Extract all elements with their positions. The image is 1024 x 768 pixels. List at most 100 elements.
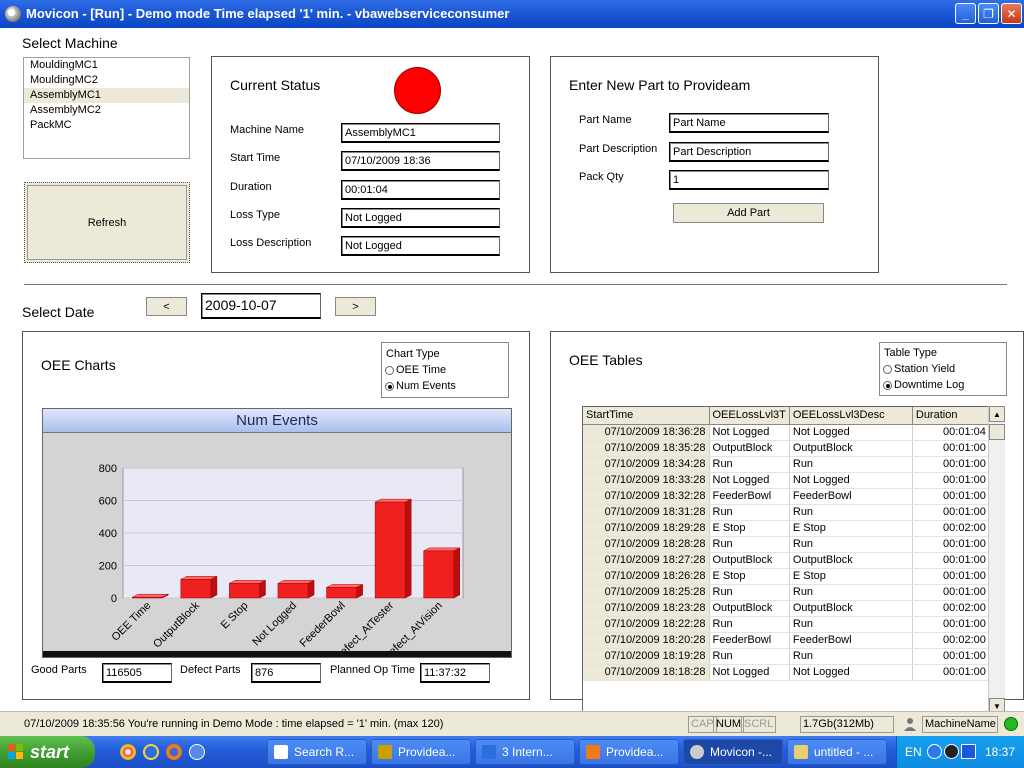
system-tray: EN 18:37 <box>896 736 1024 768</box>
next-date-button[interactable]: > <box>335 297 376 316</box>
column-header-duration[interactable]: Duration <box>912 407 990 425</box>
chrome-icon[interactable] <box>120 744 136 760</box>
task-provideam-1[interactable]: Providea... <box>371 739 471 765</box>
table-row[interactable]: 07/10/2009 18:36:28 Not Logged Not Logged 0… <box>583 424 990 441</box>
loss-type-label: Loss Type <box>230 209 280 221</box>
table-cell: Run <box>709 584 790 601</box>
table-scrollbar[interactable]: ▲ ▼ <box>988 406 1005 714</box>
downtime-log-option[interactable]: Downtime Log <box>883 379 964 391</box>
station-yield-option[interactable]: Station Yield <box>883 363 955 375</box>
pack-qty-input[interactable]: 1 <box>669 170 829 190</box>
table-cell: OutputBlock <box>789 552 913 569</box>
table-row[interactable]: 07/10/2009 18:27:28 OutputBlock OutputBloc… <box>583 552 990 569</box>
loss-type-field[interactable]: Not Logged <box>341 208 500 228</box>
table-cell: 07/10/2009 18:33:28 <box>583 472 710 489</box>
table-row[interactable]: 07/10/2009 18:22:28 Run Run 00:01:00 <box>583 616 990 633</box>
task-search[interactable]: Search R... <box>267 739 367 765</box>
table-row[interactable]: 07/10/2009 18:29:28 E Stop E Stop 00:02:00 <box>583 520 990 537</box>
bar <box>326 587 357 599</box>
minimize-button[interactable]: _ <box>955 3 976 24</box>
user-name: MachineName <box>922 716 998 733</box>
x-tick-label: OEE Time <box>109 600 153 644</box>
table-row[interactable]: 07/10/2009 18:31:28 Run Run 00:01:00 <box>583 504 990 521</box>
media-icon[interactable] <box>944 744 959 759</box>
oee-time-radio[interactable] <box>385 365 394 375</box>
ie-window-icon <box>482 745 496 759</box>
column-header-loss-desc[interactable]: OEELossLvl3Desc <box>789 407 913 425</box>
table-cell: Run <box>709 616 790 633</box>
loss-description-label: Loss Description <box>230 237 312 249</box>
add-part-button[interactable]: Add Part <box>673 203 824 223</box>
scroll-thumb[interactable] <box>989 424 1005 440</box>
table-row[interactable]: 07/10/2009 18:35:28 OutputBlock OutputBloc… <box>583 440 990 457</box>
duration-field[interactable]: 00:01:04 <box>341 180 500 200</box>
table-cell: OutputBlock <box>789 440 913 457</box>
loss-description-field[interactable]: Not Logged <box>341 236 500 256</box>
connection-status-icon <box>1004 717 1018 731</box>
task-internet-explorer[interactable]: 3 Intern... <box>475 739 575 765</box>
refresh-label: Refresh <box>87 216 127 229</box>
table-cell: Not Logged <box>789 424 913 441</box>
close-button[interactable]: ✕ <box>1001 3 1022 24</box>
back-arrow-icon[interactable] <box>927 744 942 759</box>
table-type-label: Table Type <box>884 347 938 359</box>
prev-date-button[interactable]: < <box>146 297 187 316</box>
table-row[interactable]: 07/10/2009 18:19:28 Run Run 00:01:00 <box>583 648 990 665</box>
task-movicon[interactable]: Movicon -... <box>683 739 783 765</box>
table-row[interactable]: 07/10/2009 18:34:28 Run Run 00:01:00 <box>583 456 990 473</box>
table-cell: E Stop <box>709 520 790 537</box>
planned-op-time-field[interactable]: 11:37:32 <box>420 663 490 683</box>
refresh-button[interactable]: Refresh <box>24 182 190 263</box>
table-row[interactable]: 07/10/2009 18:26:28 E Stop E Stop 00:01:00 <box>583 568 990 585</box>
column-header-loss-type[interactable]: OEELossLvl3T <box>709 407 790 425</box>
task-untitled[interactable]: untitled - ... <box>787 739 887 765</box>
start-time-field[interactable]: 07/10/2009 18:36 <box>341 151 500 171</box>
table-cell: 00:01:00 <box>912 504 990 521</box>
start-button[interactable]: start <box>0 736 95 768</box>
firefox-icon[interactable] <box>166 744 182 760</box>
oee-time-option[interactable]: OEE Time <box>385 364 446 376</box>
downtime-log-radio[interactable] <box>883 380 892 390</box>
num-events-option[interactable]: Num Events <box>385 380 456 392</box>
play-icon[interactable] <box>961 744 976 759</box>
num-events-radio[interactable] <box>385 381 394 391</box>
machine-item[interactable]: MouldingMC1 <box>24 58 189 73</box>
table-cell: 00:01:00 <box>912 568 990 585</box>
internet-explorer-icon[interactable] <box>143 744 159 760</box>
scroll-up-icon[interactable]: ▲ <box>989 406 1005 422</box>
table-cell: Run <box>789 584 913 601</box>
table-row[interactable]: 07/10/2009 18:32:28 FeederBowl FeederBowl 0… <box>583 488 990 505</box>
defect-parts-field[interactable]: 876 <box>251 663 321 683</box>
task-provideam-2[interactable]: Providea... <box>579 739 679 765</box>
restore-button[interactable]: ❐ <box>978 3 999 24</box>
table-row[interactable]: 07/10/2009 18:20:28 FeederBowl FeederBowl 0… <box>583 632 990 649</box>
good-parts-field[interactable]: 116505 <box>102 663 172 683</box>
table-cell: Not Logged <box>709 664 790 681</box>
machine-listbox[interactable]: MouldingMC1 MouldingMC2 AssemblyMC1 Asse… <box>23 57 190 159</box>
table-cell: 00:01:00 <box>912 616 990 633</box>
part-description-input[interactable]: Part Description <box>669 142 829 162</box>
clock: 18:37 <box>985 745 1016 759</box>
part-name-input[interactable]: Part Name <box>669 113 829 133</box>
machine-item[interactable]: MouldingMC2 <box>24 73 189 88</box>
machine-item-selected[interactable]: AssemblyMC1 <box>24 88 189 103</box>
table-row[interactable]: 07/10/2009 18:25:28 Run Run 00:01:00 <box>583 584 990 601</box>
oee-charts-title: OEE Charts <box>41 357 116 373</box>
downtime-table[interactable]: StartTime OEELossLvl3T OEELossLvl3Desc D… <box>582 406 1005 714</box>
language-indicator[interactable]: EN <box>905 745 922 759</box>
date-field[interactable]: 2009-10-07 <box>201 293 321 319</box>
quicklaunch-app-icon[interactable] <box>189 744 205 760</box>
station-yield-radio[interactable] <box>883 364 892 374</box>
table-row[interactable]: 07/10/2009 18:33:28 Not Logged Not Logged 0… <box>583 472 990 489</box>
machine-name-field[interactable]: AssemblyMC1 <box>341 123 500 143</box>
table-cell: 00:01:00 <box>912 584 990 601</box>
x-tick-label: Not Logged <box>250 600 299 649</box>
table-row[interactable]: 07/10/2009 18:18:28 Not Logged Not Logged 0… <box>583 664 990 681</box>
table-row[interactable]: 07/10/2009 18:23:28 OutputBlock OutputBloc… <box>583 600 990 617</box>
table-cell: OutputBlock <box>709 440 790 457</box>
table-cell: 00:01:00 <box>912 440 990 457</box>
column-header-start-time[interactable]: StartTime <box>583 407 710 425</box>
machine-item[interactable]: AssemblyMC2 <box>24 103 189 118</box>
machine-item[interactable]: PackMC <box>24 118 189 133</box>
table-row[interactable]: 07/10/2009 18:28:28 Run Run 00:01:00 <box>583 536 990 553</box>
